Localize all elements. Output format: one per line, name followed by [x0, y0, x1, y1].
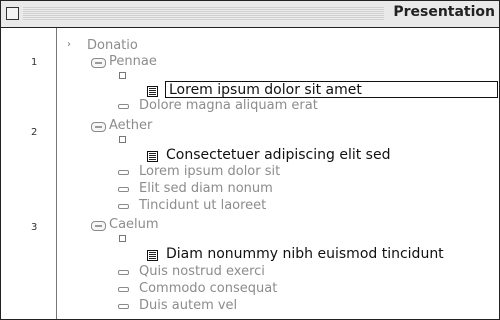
dash-icon	[118, 104, 129, 109]
dash-icon	[118, 270, 129, 275]
outline-item-label: Lorem ipsum dolor sit amet	[169, 82, 362, 98]
outline-item-label: Elit sed diam nonum	[139, 181, 273, 196]
outline-item-label: Quis nostrud exerci	[139, 264, 265, 279]
dash-icon	[118, 204, 129, 209]
empty-item-icon	[119, 72, 126, 79]
note-icon	[147, 151, 158, 162]
outline-item-label: Commodo consequat	[139, 281, 278, 296]
outline-item-label: Consectetuer adipiscing elit sed	[166, 147, 391, 163]
outline-item-label: Dolore magna aliquam erat	[139, 98, 318, 113]
empty-item-icon	[119, 136, 126, 143]
folder-icon	[91, 221, 106, 231]
dash-icon	[118, 304, 129, 309]
disclosure-triangle-icon[interactable]: ›	[67, 39, 71, 50]
line-number: 3	[31, 222, 38, 233]
line-number: 1	[31, 57, 38, 68]
outline-window: Presentation 1 2 3 › Donatio Pennae Lore…	[0, 0, 500, 320]
title-bar-stripes	[23, 7, 384, 20]
folder-icon	[91, 58, 106, 68]
outline-item-label: Lorem ipsum dolor sit	[139, 164, 281, 179]
dash-icon	[118, 287, 129, 292]
dash-icon	[118, 170, 129, 175]
outline-item-label: Caelum	[109, 217, 159, 232]
close-box-icon[interactable]	[6, 7, 19, 20]
note-icon	[147, 250, 158, 261]
outline-item-label: Aether	[109, 118, 153, 133]
dash-icon	[118, 187, 129, 192]
empty-item-icon	[119, 235, 126, 242]
line-number: 2	[31, 127, 38, 138]
note-icon	[147, 86, 158, 97]
outline-item-label: Tincidunt ut laoreet	[139, 198, 267, 213]
outline-item-label: Duis autem vel	[139, 298, 238, 313]
outline-item-label: Diam nonummy nibh euismod tincidunt	[166, 246, 444, 262]
line-number-gutter: 1 2 3	[1, 28, 57, 319]
outline-item-label: Pennae	[109, 54, 157, 69]
outline-item-label: Donatio	[87, 38, 138, 53]
window-title: Presentation	[393, 4, 495, 20]
folder-icon	[91, 122, 106, 132]
title-bar[interactable]: Presentation	[1, 1, 499, 28]
